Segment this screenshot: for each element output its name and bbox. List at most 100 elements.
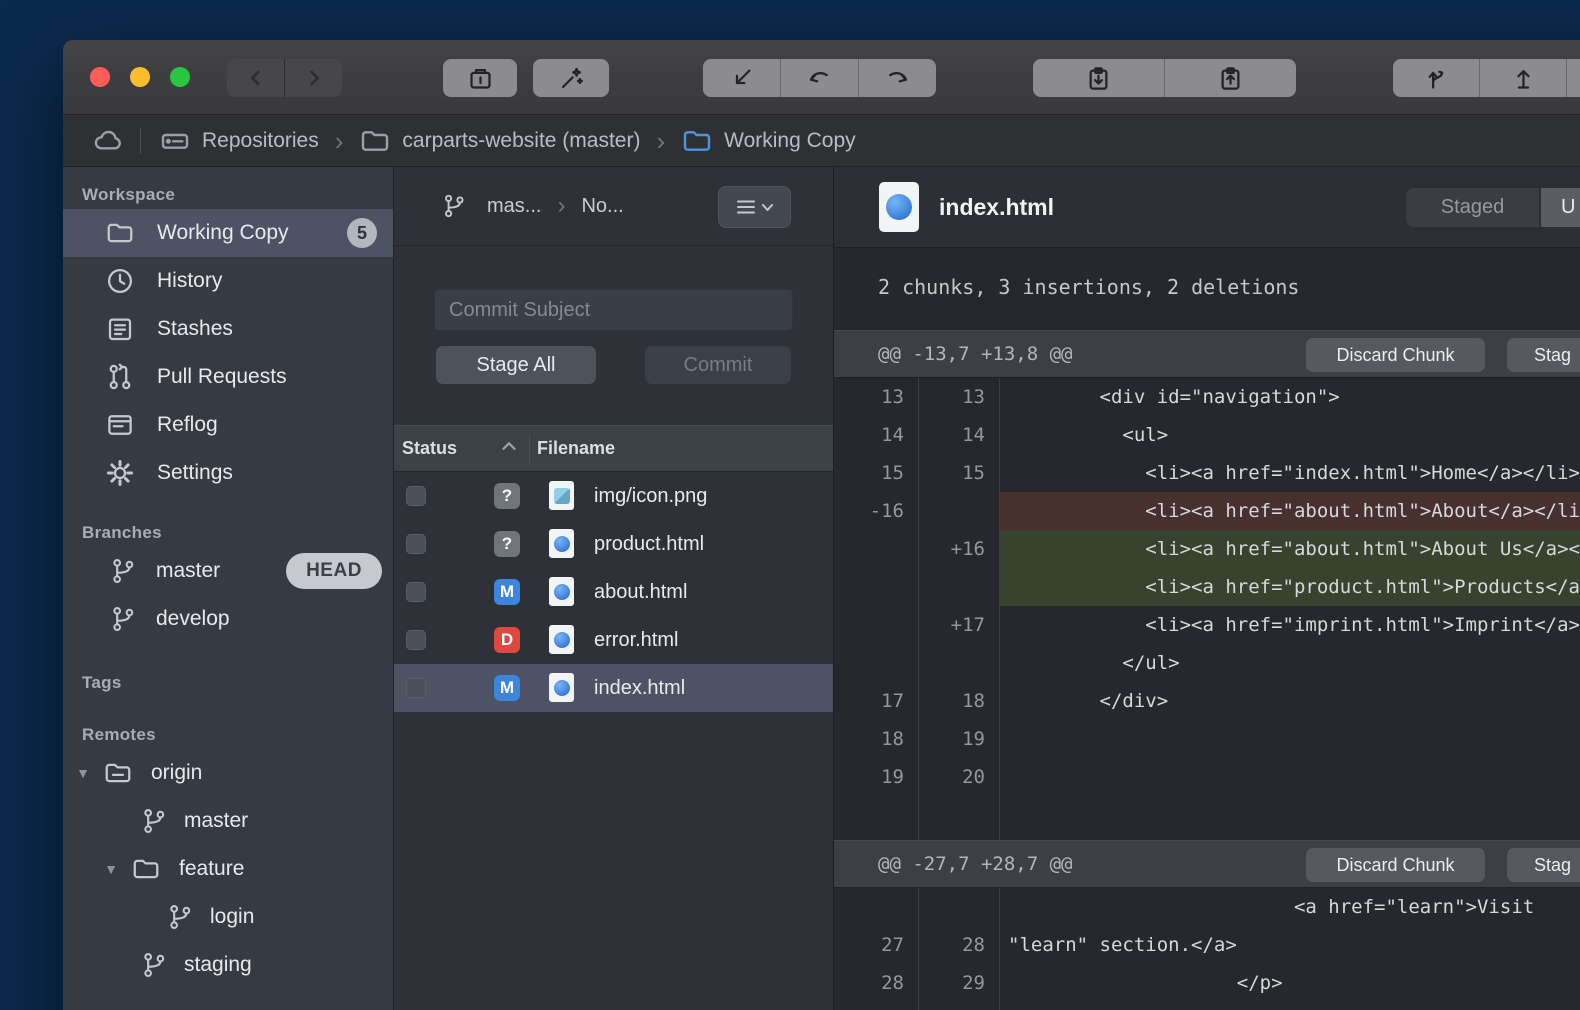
stage-all-button[interactable]: Stage All (436, 346, 596, 384)
branch-toolbar-button[interactable] (1393, 59, 1479, 97)
discard-chunk-button[interactable]: Discard Chunk (1306, 848, 1485, 882)
file-row-about-html[interactable]: M about.html (394, 568, 833, 616)
stage-checkbox[interactable] (406, 630, 426, 650)
diff-line: </ul> (834, 644, 1580, 682)
file-row-img-icon-png[interactable]: ? img/icon.png (394, 472, 833, 520)
commit-toolbar-button[interactable] (443, 59, 517, 97)
sidebar-remote-master[interactable]: master (63, 797, 393, 845)
breadcrumb-divider (140, 128, 141, 154)
status-badge-modified: M (494, 579, 520, 605)
status-column-header[interactable]: Status (402, 426, 457, 471)
status-badge-untracked: ? (494, 483, 520, 509)
new-line-number: 18 (918, 682, 999, 720)
folder-icon (131, 854, 161, 884)
reflog-journal-icon (105, 410, 135, 440)
diff-chunk-2-lines: <a href="learn">Visit 27 28 "learn" sect… (834, 888, 1580, 1010)
more-toolbar-button[interactable] (1567, 59, 1580, 97)
sidebar-remote-origin[interactable]: ▼ origin (63, 749, 393, 797)
zoom-window-button[interactable] (170, 67, 190, 87)
html-file-icon (549, 673, 574, 702)
path-branch-label[interactable]: mas... (487, 195, 541, 218)
checkout-button[interactable] (703, 59, 780, 97)
sidebar-remote-login[interactable]: login (63, 893, 393, 941)
new-line-number (918, 492, 999, 530)
stage-chunk-button[interactable]: Stag (1507, 848, 1580, 882)
stage-checkbox[interactable] (406, 534, 426, 554)
diff-line: 27 28 "learn" section.</a> (834, 926, 1580, 964)
gutter-divider (918, 888, 919, 1010)
diff-line: <a href="learn">Visit (834, 888, 1580, 926)
file-row-error-html[interactable]: D error.html (394, 616, 833, 664)
commit-toolbar-group (443, 59, 517, 97)
breadcrumb-working-copy[interactable]: Working Copy (681, 125, 856, 157)
close-window-button[interactable] (90, 67, 110, 87)
sidebar-branch-master[interactable]: master HEAD (63, 547, 393, 595)
diff-line: 18 19 (834, 720, 1580, 758)
back-button[interactable] (227, 59, 284, 97)
file-row-product-html[interactable]: ? product.html (394, 520, 833, 568)
sourcetree-window: Repositories › carparts-website (master)… (63, 40, 1580, 1010)
commit-button[interactable]: Commit (645, 346, 791, 384)
breadcrumb-repositories-label: Repositories (202, 129, 319, 153)
sidebar-branch-develop[interactable]: develop (63, 595, 393, 643)
view-options-dropdown[interactable] (718, 186, 791, 228)
sidebar-item-label: Settings (157, 461, 233, 485)
diff-line-deleted: -16 <li><a href="about.html">About</a></… (834, 492, 1580, 530)
magic-wand-button[interactable] (533, 59, 609, 97)
minimize-window-button[interactable] (130, 67, 150, 87)
remote-folder-label: feature (179, 857, 244, 881)
pull-button[interactable] (781, 59, 858, 97)
stash-box-icon (105, 314, 135, 344)
sidebar-item-reflog[interactable]: Reflog (63, 401, 393, 449)
stage-checkbox[interactable] (406, 582, 426, 602)
sidebar-item-stashes[interactable]: Stashes (63, 305, 393, 353)
sidebar-item-settings[interactable]: Settings (63, 449, 393, 497)
branches-section-header: Branches (63, 519, 393, 547)
git-branch-icon (166, 903, 194, 931)
clipboard-up-arrow-icon (1217, 65, 1244, 92)
sidebar-item-working-copy[interactable]: Working Copy 5 (63, 209, 393, 257)
sidebar-remote-staging[interactable]: staging (63, 941, 393, 989)
disclosure-triangle-icon[interactable]: ▼ (103, 861, 119, 877)
history-nav-group (227, 59, 342, 97)
old-line-number: 18 (834, 720, 918, 758)
sort-ascending-icon[interactable] (498, 436, 520, 458)
unstash-button[interactable] (1165, 59, 1296, 97)
sidebar: Workspace Working Copy 5 History Stashes (63, 167, 393, 1010)
push-button[interactable] (859, 59, 936, 97)
chevron-right-icon (303, 67, 325, 89)
stage-checkbox[interactable] (406, 486, 426, 506)
sidebar-item-history[interactable]: History (63, 257, 393, 305)
diff-line: 14 14 <ul> (834, 416, 1580, 454)
repo-actions-group (1393, 59, 1580, 97)
diff-chunk-1-lines: 13 13 <div id="navigation"> 14 14 <ul> 1… (834, 378, 1580, 840)
tags-section-header[interactable]: Tags (63, 669, 393, 697)
remotes-section-header[interactable]: Remotes (63, 721, 393, 749)
stash-button[interactable] (1033, 59, 1164, 97)
diff-line: 15 15 <li><a href="index.html">Home</a><… (834, 454, 1580, 492)
branch-label: develop (156, 607, 230, 631)
breadcrumb-repositories[interactable]: Repositories (159, 125, 319, 157)
commit-subject-input[interactable] (434, 289, 793, 331)
forward-button[interactable] (285, 59, 342, 97)
stage-chunk-button[interactable]: Stag (1507, 338, 1580, 372)
discard-chunk-button[interactable]: Discard Chunk (1306, 338, 1485, 372)
path-node-label[interactable]: No... (581, 195, 623, 218)
stage-checkbox[interactable] (406, 678, 426, 698)
merge-toolbar-button[interactable] (1480, 59, 1566, 97)
pending-files-badge: 5 (347, 218, 377, 248)
diff-panel: index.html Staged U 2 chunks, 3 insertio… (833, 167, 1580, 1010)
filename-column-header[interactable]: Filename (537, 426, 615, 471)
cloud-icon[interactable] (92, 125, 124, 157)
file-list: ? img/icon.png ? product.html M (394, 472, 833, 712)
disclosure-triangle-icon[interactable]: ▼ (75, 765, 91, 781)
file-row-index-html[interactable]: M index.html (394, 664, 833, 712)
breadcrumb-repository[interactable]: carparts-website (master) (359, 125, 640, 157)
column-divider[interactable] (529, 434, 530, 463)
staged-tab[interactable]: Staged (1406, 188, 1539, 227)
sidebar-remote-feature-folder[interactable]: ▼ feature (63, 845, 393, 893)
sidebar-item-pull-requests[interactable]: Pull Requests (63, 353, 393, 401)
unstaged-tab[interactable]: U (1541, 188, 1580, 227)
html-file-icon (549, 529, 574, 558)
chunk-range-label: @@ -27,7 +28,7 @@ (878, 841, 1072, 887)
